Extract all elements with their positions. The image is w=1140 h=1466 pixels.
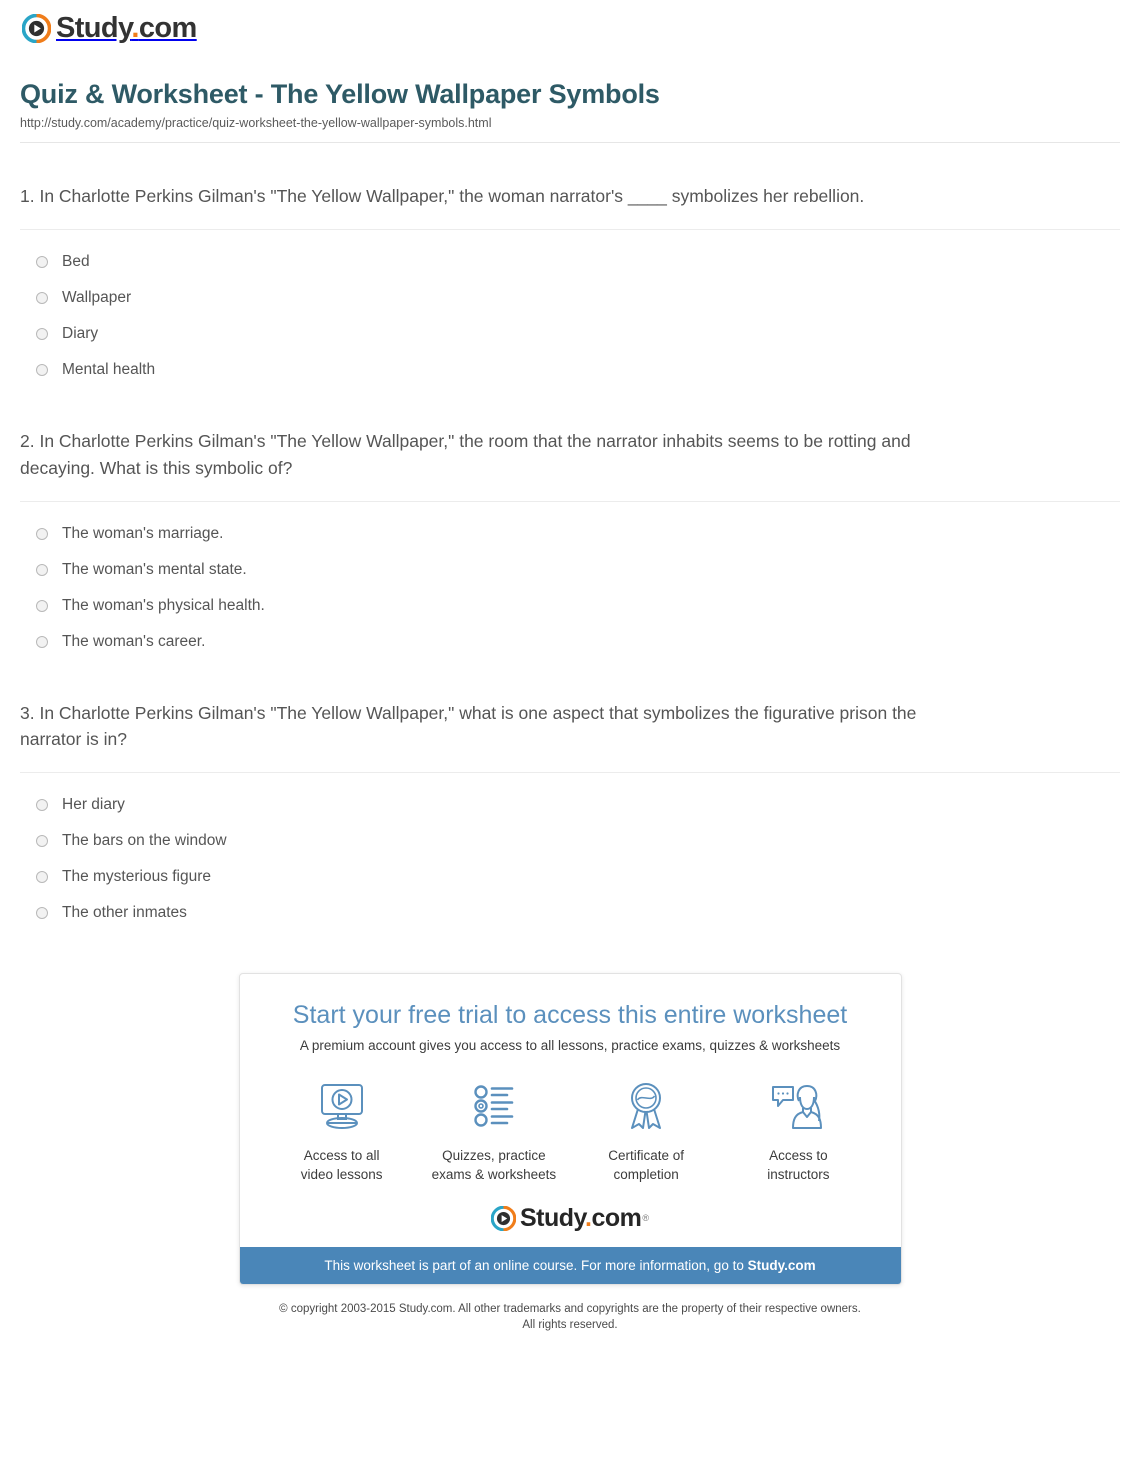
answer-option-label: Bed <box>62 253 90 271</box>
radio-button-icon[interactable] <box>36 635 48 648</box>
radio-button-icon[interactable] <box>36 292 48 305</box>
answer-option-label: The mysterious figure <box>62 868 212 886</box>
answer-option[interactable]: The woman's physical health. <box>20 588 1120 624</box>
feature-label-line2: video lessons <box>300 1166 383 1182</box>
answer-options: The woman's marriage. The woman's mental… <box>20 516 1120 660</box>
site-header: Study.com <box>0 0 1140 53</box>
answer-option-label: Diary <box>62 325 99 343</box>
promo-logo-wordmark: Study.com <box>519 1203 642 1232</box>
checklist-icon <box>424 1079 564 1135</box>
feature-label-line2: instructors <box>767 1166 830 1182</box>
feature-instructors: Access to instructors <box>722 1079 874 1183</box>
logo-wordmark: Study.com <box>56 14 197 43</box>
free-trial-promo-card: Start your free trial to access this ent… <box>238 973 902 1285</box>
promo-footer-link[interactable]: Study.com <box>748 1258 816 1273</box>
answer-option-label: Mental health <box>62 361 156 379</box>
promo-header: Start your free trial to access this ent… <box>240 974 901 1053</box>
promo-logo-tld: com <box>591 1203 642 1232</box>
answer-option[interactable]: The mysterious figure <box>20 859 1120 895</box>
answer-options: Bed Wallpaper Diary Mental health <box>20 244 1120 388</box>
promo-title: Start your free trial to access this ent… <box>292 1001 848 1030</box>
question-block: 1. In Charlotte Perkins Gilman's "The Ye… <box>20 143 1120 388</box>
play-circle-icon <box>22 14 51 43</box>
answer-option[interactable]: Mental health <box>20 352 1120 388</box>
answer-option-label: The woman's career. <box>62 632 206 650</box>
feature-label: Certificate of completion <box>576 1147 716 1183</box>
feature-label-line1: Certificate of <box>608 1148 685 1164</box>
question-block: 3. In Charlotte Perkins Gilman's "The Ye… <box>20 660 1120 932</box>
answer-option-label: The other inmates <box>62 904 187 922</box>
radio-button-icon[interactable] <box>36 256 48 269</box>
logo-word-dot: . <box>131 12 139 44</box>
promo-card-wrapper: Start your free trial to access this ent… <box>20 973 1120 1285</box>
instructor-chat-icon <box>728 1079 868 1135</box>
radio-button-icon[interactable] <box>36 563 48 576</box>
answer-option[interactable]: Bed <box>20 244 1120 280</box>
copyright-line1: © copyright 2003-2015 Study.com. All oth… <box>279 1302 861 1315</box>
page-url: http://study.com/academy/practice/quiz-w… <box>20 116 492 131</box>
answer-option-label: The woman's physical health. <box>62 596 265 614</box>
answer-option[interactable]: The bars on the window <box>20 823 1120 859</box>
promo-logo-main: Study <box>519 1203 586 1232</box>
answer-option-label: The woman's mental state. <box>62 560 247 578</box>
question-text: 2. In Charlotte Perkins Gilman's "The Ye… <box>20 431 911 478</box>
radio-button-icon[interactable] <box>36 364 48 377</box>
answer-option-label: The woman's marriage. <box>62 524 224 542</box>
answer-option[interactable]: The woman's marriage. <box>20 516 1120 552</box>
question-block: 2. In Charlotte Perkins Gilman's "The Ye… <box>20 388 1120 660</box>
play-circle-icon <box>490 1205 516 1231</box>
copyright-line2: All rights reserved. <box>522 1319 618 1332</box>
question-text: 1. In Charlotte Perkins Gilman's "The Ye… <box>20 186 865 207</box>
feature-label: Access to all video lessons <box>272 1147 412 1183</box>
logo-word-tld: com <box>138 12 197 44</box>
radio-button-icon[interactable] <box>36 907 48 920</box>
feature-label-line2: exams & worksheets <box>431 1166 557 1182</box>
radio-button-icon[interactable] <box>36 871 48 884</box>
answer-option[interactable]: Diary <box>20 316 1120 352</box>
feature-label-line2: completion <box>613 1166 679 1182</box>
radio-button-icon[interactable] <box>36 799 48 812</box>
question-divider <box>20 229 1120 231</box>
question-text: 3. In Charlotte Perkins Gilman's "The Ye… <box>20 702 917 750</box>
promo-footer-bar[interactable]: This worksheet is part of an online cour… <box>239 1246 901 1284</box>
feature-label-line1: Access to <box>769 1148 828 1164</box>
feature-certificate: Certificate of completion <box>570 1079 722 1183</box>
answer-option[interactable]: The other inmates <box>20 895 1120 931</box>
promo-features: Access to all video lessons Quizzes, pra… <box>240 1053 901 1191</box>
question-divider <box>20 500 1120 502</box>
answer-option[interactable]: Her diary <box>20 787 1120 823</box>
answer-option-label: Wallpaper <box>62 289 132 307</box>
feature-label-line1: Quizzes, practice <box>442 1148 546 1164</box>
award-ribbon-icon <box>576 1079 716 1135</box>
studycom-logo[interactable]: Study.com <box>22 14 197 43</box>
feature-video-lessons: Access to all video lessons <box>266 1079 418 1183</box>
promo-footer-text: This worksheet is part of an online cour… <box>324 1257 748 1273</box>
copyright-notice: © copyright 2003-2015 Study.com. All oth… <box>20 1301 1120 1352</box>
logo-word-main: Study <box>56 12 132 44</box>
feature-quizzes-practice: Quizzes, practice exams & worksheets <box>418 1079 570 1183</box>
radio-button-icon[interactable] <box>36 328 48 341</box>
radio-button-icon[interactable] <box>36 527 48 540</box>
answer-option[interactable]: Wallpaper <box>20 280 1120 316</box>
promo-subtitle: A premium account gives you access to al… <box>299 1038 841 1054</box>
page-title: Quiz & Worksheet - The Yellow Wallpaper … <box>20 79 660 109</box>
answer-option-label: The bars on the window <box>62 832 227 850</box>
answer-options: Her diary The bars on the window The mys… <box>20 787 1120 931</box>
question-divider <box>20 772 1120 774</box>
registered-trademark-symbol: ® <box>642 1213 650 1224</box>
radio-button-icon[interactable] <box>36 835 48 848</box>
radio-button-icon[interactable] <box>36 599 48 612</box>
feature-label: Quizzes, practice exams & worksheets <box>424 1147 564 1183</box>
answer-option-label: Her diary <box>62 796 125 814</box>
answer-option[interactable]: The woman's mental state. <box>20 552 1120 588</box>
promo-logo: Study.com ® <box>240 1192 901 1247</box>
monitor-play-icon <box>272 1079 412 1135</box>
answer-option[interactable]: The woman's career. <box>20 624 1120 660</box>
feature-label: Access to instructors <box>728 1147 868 1183</box>
feature-label-line1: Access to all <box>303 1148 380 1164</box>
